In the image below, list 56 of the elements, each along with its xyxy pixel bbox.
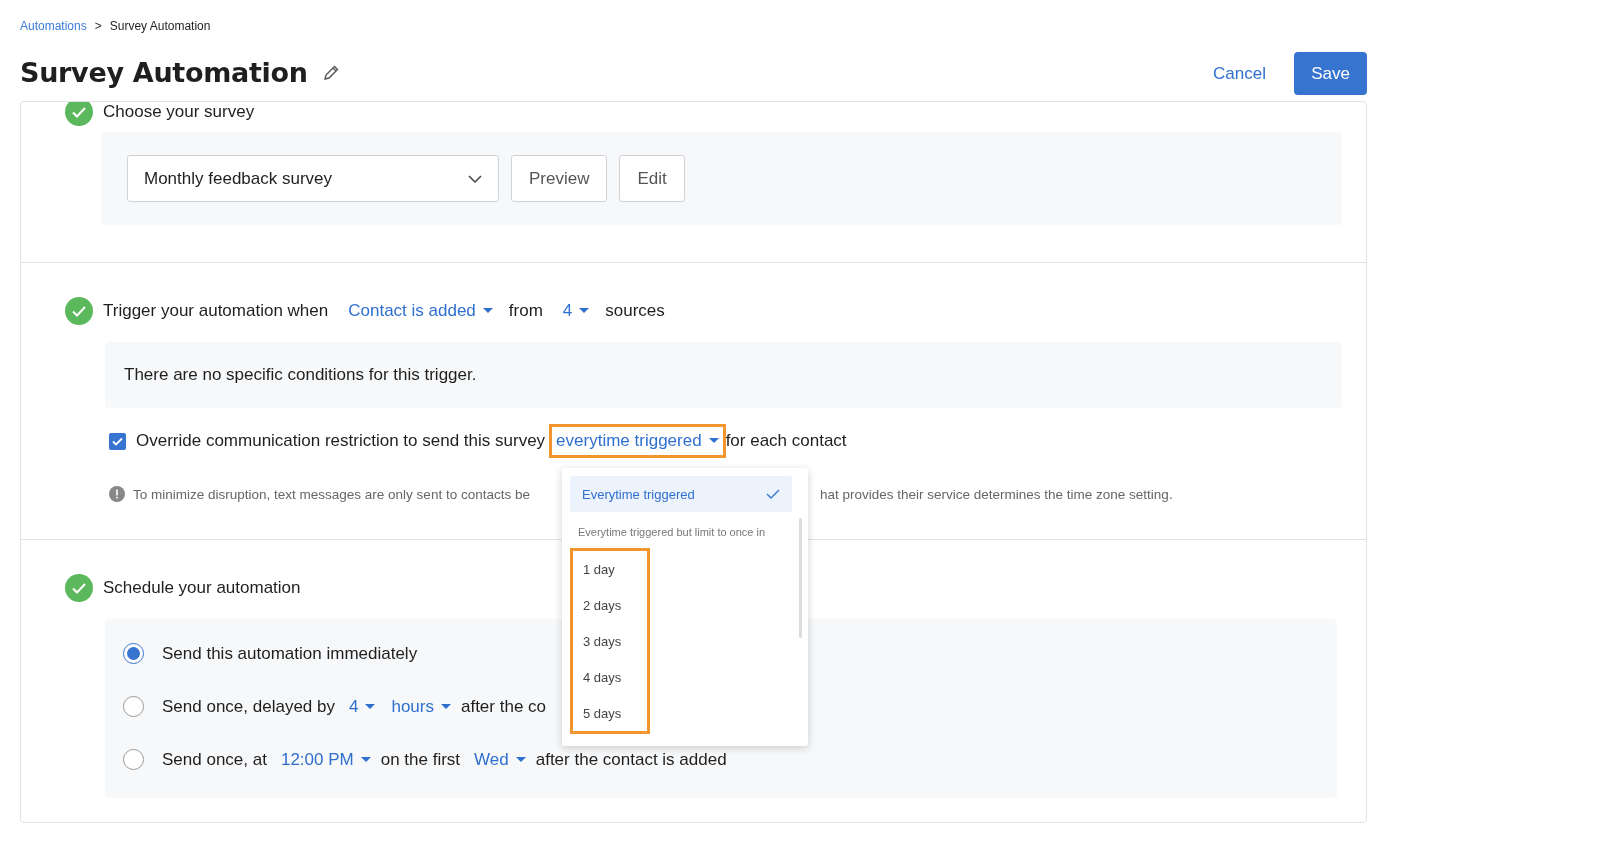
- pencil-icon[interactable]: [321, 63, 340, 82]
- dropdown-menu[interactable]: 4: [556, 301, 596, 321]
- checkmark-icon: [766, 489, 780, 499]
- label-text: Send once, delayed by: [162, 696, 336, 717]
- dropdown-option[interactable]: 5 days: [573, 695, 647, 731]
- scrollbar[interactable]: [799, 518, 802, 638]
- override-suffix: for each contact: [725, 431, 848, 451]
- page-title: Survey Automation: [20, 57, 308, 88]
- radio-button[interactable]: [123, 749, 144, 770]
- chevron-down-icon: [468, 174, 482, 183]
- frequency-dropdown[interactable]: everytime triggered: [549, 424, 726, 458]
- info-icon: [109, 486, 125, 502]
- dropdown-option[interactable]: 4 days: [573, 659, 647, 695]
- radio-button[interactable]: [123, 643, 144, 664]
- breadcrumb-separator: >: [94, 19, 102, 33]
- dropdown-option[interactable]: 1 day: [573, 551, 647, 587]
- section-heading: Schedule your automation: [103, 578, 301, 598]
- caret-icon: [482, 308, 493, 314]
- dropdown-option[interactable]: 3 days: [573, 623, 647, 659]
- label-text: Send this automation immediately: [162, 643, 419, 664]
- caret-icon: [440, 703, 451, 710]
- dropdown-option[interactable]: Everytime triggered: [570, 476, 792, 512]
- caret-icon: [365, 703, 376, 710]
- caret-icon: [360, 756, 371, 763]
- label-text: from: [508, 301, 544, 321]
- survey-select[interactable]: Monthly feedback survey: [127, 155, 499, 202]
- label-text: on the first: [380, 749, 462, 770]
- dropdown-option[interactable]: 2 days: [573, 587, 647, 623]
- dropdown-menu[interactable]: Wed: [468, 749, 532, 770]
- label-text: Send once, at: [162, 749, 268, 770]
- label-text: Trigger your automation when: [103, 301, 330, 321]
- preview-button[interactable]: Preview: [511, 155, 608, 202]
- conditions-text: There are no specific conditions for this trigger.: [124, 365, 477, 384]
- dropdown-menu[interactable]: 4: [342, 696, 382, 717]
- breadcrumb-link[interactable]: Automations: [20, 19, 87, 33]
- dropdown-menu[interactable]: 12:00 PM: [274, 749, 377, 770]
- label-text: sources: [605, 301, 666, 321]
- override-label: Override communication restriction to send this survey: [136, 431, 547, 451]
- group-label: Everytime triggered but limit to once in: [577, 525, 767, 540]
- breadcrumb-current: Survey Automation: [109, 19, 211, 33]
- note-text: To minimize disruption, text messages are only sent to contacts be: [133, 486, 530, 502]
- caret-icon: [579, 308, 590, 314]
- checkmark-icon: [112, 436, 123, 446]
- label-text: after the contact is added: [535, 749, 728, 770]
- edit-button[interactable]: Edit: [619, 155, 685, 202]
- radio-button[interactable]: [123, 696, 144, 717]
- dropdown-menu[interactable]: hours: [385, 696, 457, 717]
- section-heading: Choose your survey: [103, 102, 255, 122]
- caret-icon: [708, 438, 719, 444]
- label-text: after the co: [460, 696, 548, 717]
- dropdown-menu[interactable]: Contact is added: [342, 301, 499, 321]
- override-checkbox[interactable]: [109, 432, 126, 450]
- cancel-button[interactable]: Cancel: [1213, 63, 1266, 84]
- caret-icon: [515, 756, 526, 763]
- note-text: hat provides their service determines the time zone setting.: [819, 486, 1173, 502]
- save-button[interactable]: Save: [1294, 52, 1367, 95]
